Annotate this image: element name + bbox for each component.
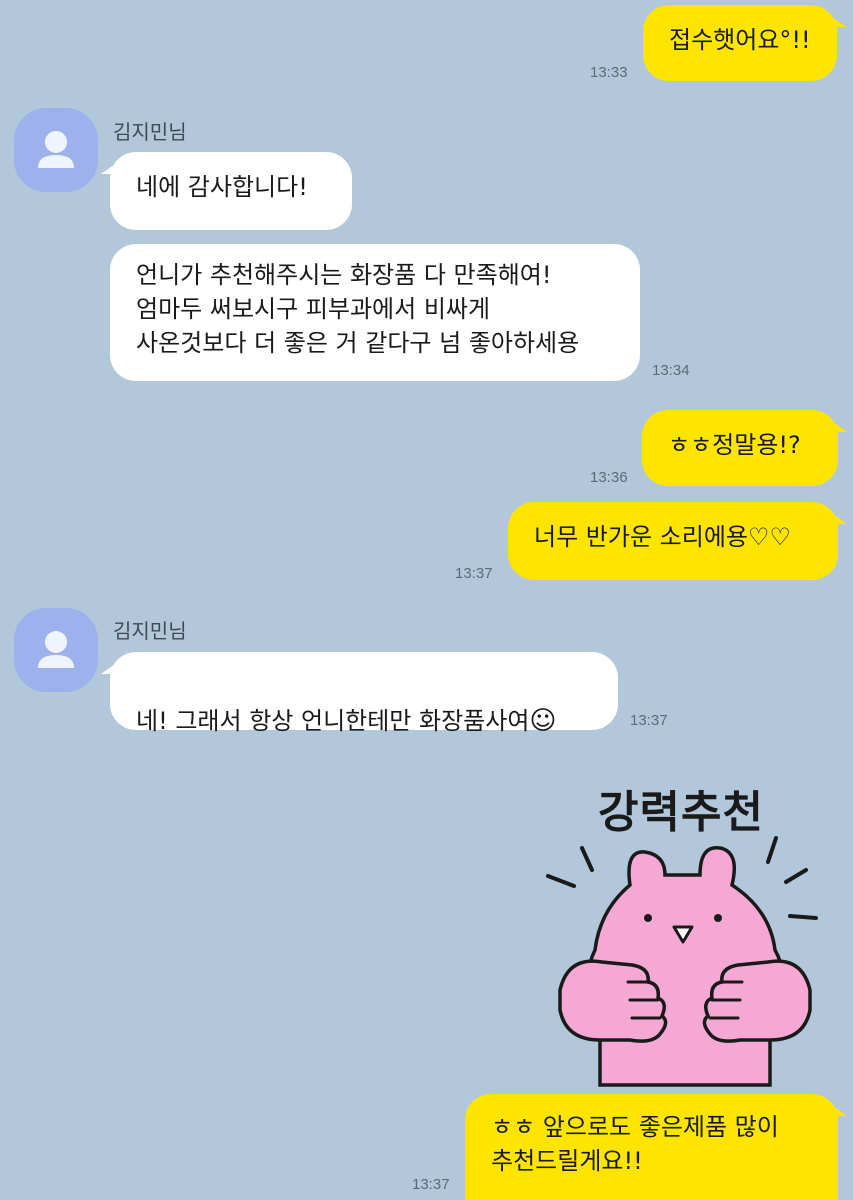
chat-room: 접수햇어요°!! 13:33 김지민님 네에 감사합니다! 언니가 추천해주시는…	[0, 0, 853, 1200]
default-profile-icon	[38, 631, 74, 668]
their-message-bubble[interactable]: 언니가 추천해주시는 화장품 다 만족해여! 엄마두 써보시구 피부과에서 비싸…	[110, 244, 640, 381]
my-message-bubble[interactable]: 너무 반가운 소리에용♡♡	[508, 502, 847, 580]
message-time: 13:37	[455, 565, 493, 582]
sender-name: 김지민님	[113, 619, 187, 643]
their-message-bubble[interactable]: 네! 그래서 항상 언니한테만 화장품사여☺	[101, 652, 618, 736]
smiling-face-emoji: ☺	[529, 706, 557, 736]
default-profile-icon	[38, 131, 74, 168]
message-time: 13:34	[652, 362, 690, 379]
message-time: 13:36	[590, 469, 628, 486]
profile-avatar[interactable]	[14, 608, 98, 692]
message-time: 13:37	[412, 1176, 450, 1193]
my-message-bubble[interactable]: ㅎㅎ 앞으로도 좋은제품 많이 추천드릴게요!!	[465, 1094, 847, 1200]
their-message-bubble[interactable]: 네에 감사합니다!	[101, 152, 352, 230]
my-message-bubble[interactable]: 접수햇어요°!!	[643, 5, 846, 81]
message-text: 네! 그래서 항상 언니한테만 화장품사여	[136, 707, 530, 735]
message-time: 13:33	[590, 64, 628, 81]
my-message-bubble[interactable]: ㅎㅎ정말용!?	[642, 410, 847, 486]
profile-avatar[interactable]	[14, 108, 98, 192]
sender-name: 김지민님	[113, 120, 187, 144]
pink-rabbit-thumbs-up-sticker[interactable]	[540, 830, 830, 1092]
message-time: 13:37	[630, 712, 668, 729]
